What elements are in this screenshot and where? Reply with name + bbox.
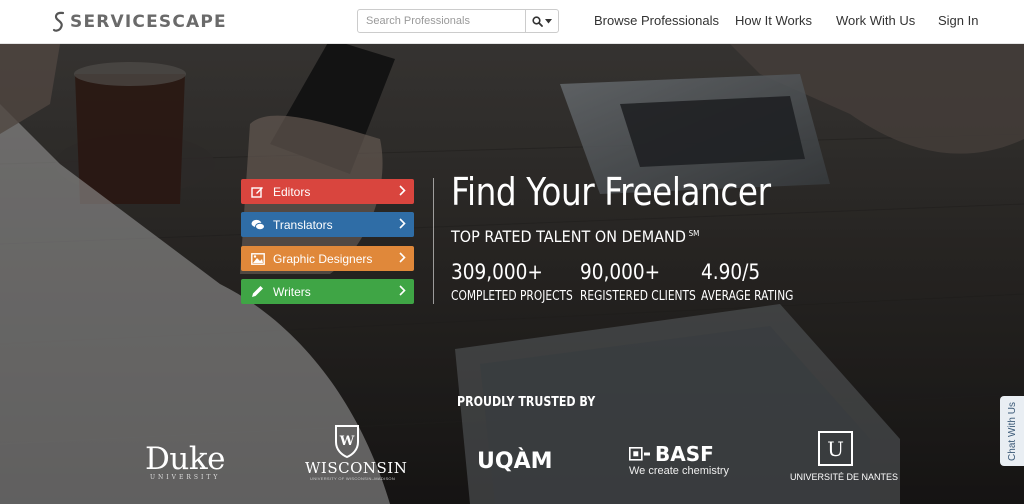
chat-with-us-tab[interactable]: Chat With Us xyxy=(1000,396,1024,466)
nantes-logo: UNIVERSITÉ DE NANTES xyxy=(790,472,899,482)
caret-down-icon xyxy=(545,18,552,23)
wisconsin-crest-icon: W xyxy=(335,425,359,458)
logo-text: SERVICESCAPE xyxy=(70,12,227,32)
wisconsin-logo: WISCONSIN xyxy=(305,459,408,477)
category-writers-button[interactable]: Writers xyxy=(241,279,414,304)
basf-square-icon xyxy=(629,447,650,461)
chevron-right-icon xyxy=(399,252,406,263)
category-translators-button[interactable]: Translators xyxy=(241,212,414,237)
nantes-logo-mark: U xyxy=(818,431,853,466)
servicescape-logo[interactable]: SERVICESCAPE xyxy=(52,10,227,34)
nav-sign-in[interactable]: Sign In xyxy=(938,13,978,28)
nav-work-with-us[interactable]: Work With Us xyxy=(836,13,915,28)
trusted-by-heading: PROUDLY TRUSTED BY xyxy=(457,395,596,410)
nav-browse-professionals[interactable]: Browse Professionals xyxy=(594,13,719,28)
servicescape-s-icon xyxy=(52,11,65,32)
basf-logo-text: BASF xyxy=(655,442,714,466)
chevron-right-icon xyxy=(399,285,406,296)
category-label: Writers xyxy=(273,284,311,299)
wisconsin-crest-letter: W xyxy=(339,434,355,449)
hero-title: Find Your Freelancer xyxy=(451,170,771,214)
category-label: Translators xyxy=(273,217,333,232)
basf-tagline: We create chemistry xyxy=(629,465,730,477)
uqam-logo: UQÀM xyxy=(477,449,553,474)
chat-icon xyxy=(251,219,267,231)
service-mark: SM xyxy=(688,229,700,238)
stat-average-rating-value: 4.90/5 xyxy=(701,260,761,284)
pencil-icon xyxy=(251,285,267,298)
nav-how-it-works[interactable]: How It Works xyxy=(735,13,812,28)
category-label: Graphic Designers xyxy=(273,251,373,266)
search-input[interactable] xyxy=(358,10,525,32)
category-editors-button[interactable]: Editors xyxy=(241,179,414,204)
picture-icon xyxy=(251,252,267,265)
stat-completed-projects-label: COMPLETED PROJECTS xyxy=(451,289,573,304)
hero-subtitle: TOP RATED TALENT ON DEMAND SM xyxy=(451,227,699,246)
chevron-right-icon xyxy=(399,218,406,229)
site-header: SERVICESCAPE Browse Professionals How It… xyxy=(0,0,1024,44)
basf-logo: BASF xyxy=(629,442,714,466)
hero-subtitle-text: TOP RATED TALENT ON DEMAND xyxy=(451,227,686,246)
stat-completed-projects-value: 309,000+ xyxy=(451,260,543,284)
duke-logo: Duke xyxy=(145,441,225,477)
category-label: Editors xyxy=(273,184,311,199)
vertical-divider xyxy=(433,178,434,304)
duke-logo-sub: UNIVERSITY xyxy=(150,474,221,481)
search-box xyxy=(357,9,559,33)
chevron-right-icon xyxy=(399,185,406,196)
stat-registered-clients-value: 90,000+ xyxy=(580,260,661,284)
edit-icon xyxy=(251,185,267,198)
search-button[interactable] xyxy=(525,10,558,32)
hero-section: Editors Translators Graphic Designers Wr… xyxy=(0,44,1024,504)
stat-registered-clients-label: REGISTERED CLIENTS xyxy=(580,289,696,304)
stat-average-rating-label: AVERAGE RATING xyxy=(701,289,794,304)
nantes-mark-letter: U xyxy=(827,436,844,461)
chat-with-us-label: Chat With Us xyxy=(1006,401,1018,461)
wisconsin-logo-sub: UNIVERSITY OF WISCONSIN–MADISON xyxy=(310,476,396,481)
search-icon xyxy=(532,15,543,27)
category-graphic-designers-button[interactable]: Graphic Designers xyxy=(241,246,414,271)
